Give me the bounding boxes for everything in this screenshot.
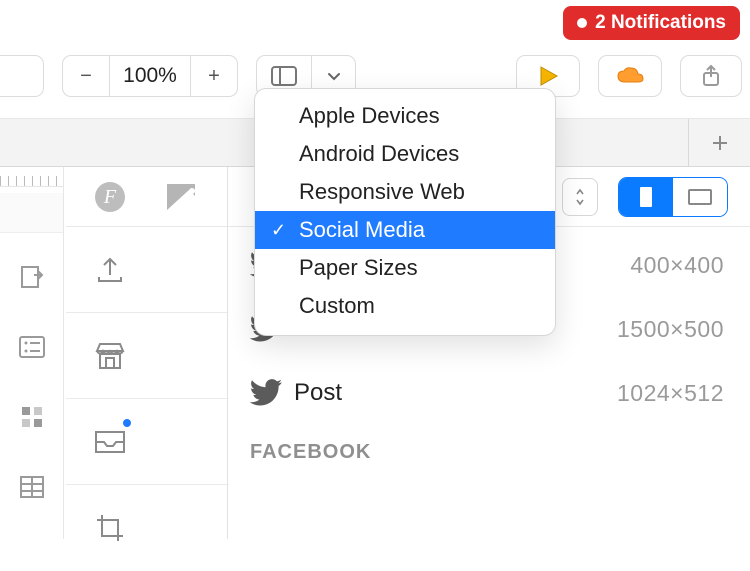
zoom-out-button[interactable]: − [62, 55, 110, 97]
section-header: FACEBOOK [228, 425, 750, 464]
badge-dot-icon [121, 417, 133, 429]
dropdown-option[interactable]: Custom [255, 287, 555, 325]
grid-icon [20, 405, 44, 429]
orientation-toggle [618, 177, 728, 217]
export-icon [18, 263, 46, 291]
toolbar-leading-button[interactable] [0, 55, 44, 97]
notifications-badge[interactable]: 2 Notifications [563, 6, 740, 40]
stepper-icon [574, 187, 586, 207]
notification-dot-icon [577, 18, 587, 28]
dropdown-option-selected[interactable]: Social Media [255, 211, 555, 249]
crop-tool[interactable] [81, 499, 139, 557]
layout-sidebar-icon [271, 66, 297, 86]
grid-tool[interactable] [6, 391, 58, 443]
shape-tool[interactable] [154, 168, 212, 226]
twitter-icon [250, 379, 294, 407]
storefront-tool[interactable] [81, 327, 139, 385]
list-icon [18, 335, 46, 359]
plus-icon [710, 133, 730, 153]
add-tab-button[interactable] [688, 119, 750, 166]
preset-dim: 1500×500 [617, 316, 724, 343]
storefront-icon [94, 341, 126, 371]
font-circle-icon: F [93, 180, 127, 214]
preset-name: Post [294, 379, 617, 407]
zoom-value[interactable]: 100% [110, 55, 190, 97]
notifications-text: 2 Notifications [595, 12, 726, 34]
export-tool[interactable] [6, 251, 58, 303]
cloud-button[interactable] [598, 55, 662, 97]
upload-icon [95, 255, 125, 285]
table-tool[interactable] [6, 461, 58, 513]
share-icon [701, 64, 721, 88]
orientation-landscape[interactable] [673, 178, 727, 216]
preset-dim: 400×400 [630, 252, 724, 279]
dropdown-option[interactable]: Responsive Web [255, 173, 555, 211]
orientation-portrait[interactable] [619, 178, 673, 216]
landscape-icon [688, 189, 712, 205]
table-icon [19, 475, 45, 499]
share-button[interactable] [680, 55, 742, 97]
zoom-in-button[interactable]: + [190, 55, 238, 97]
device-preset-dropdown: Apple Devices Android Devices Responsive… [254, 88, 556, 336]
play-icon [537, 65, 559, 87]
svg-text:F: F [103, 186, 117, 208]
list-item[interactable]: Post 1024×512 [228, 361, 750, 425]
inbox-tool[interactable] [81, 413, 139, 471]
list-tool[interactable] [6, 321, 58, 373]
upload-tool[interactable] [81, 241, 139, 299]
left-tool-column [0, 187, 64, 539]
zoom-control: − 100% + [62, 55, 238, 97]
dropdown-option[interactable]: Android Devices [255, 135, 555, 173]
dropdown-option[interactable]: Apple Devices [255, 97, 555, 135]
flag-shape-icon [165, 182, 201, 212]
chevron-down-icon [327, 71, 341, 81]
portrait-icon [639, 186, 653, 208]
dropdown-option[interactable]: Paper Sizes [255, 249, 555, 287]
font-tool[interactable]: F [81, 168, 139, 226]
cloud-icon [616, 66, 644, 86]
inbox-icon [93, 428, 127, 456]
ruler [0, 167, 64, 187]
preset-select-stepper[interactable] [562, 178, 598, 216]
sidebar: F [66, 167, 228, 539]
preset-dim: 1024×512 [617, 380, 724, 407]
